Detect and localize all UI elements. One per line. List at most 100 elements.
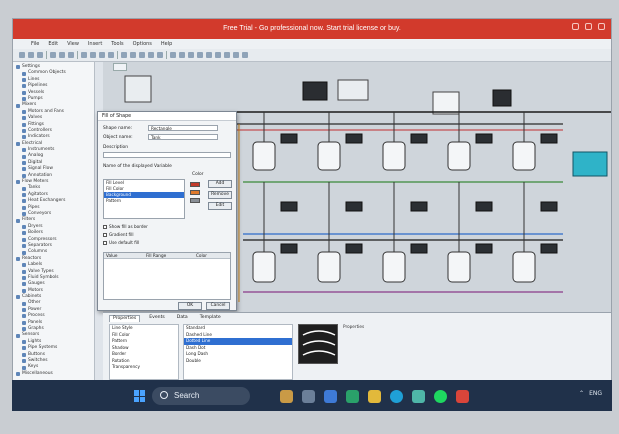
send-back-icon[interactable] bbox=[179, 52, 185, 58]
align-right-icon[interactable] bbox=[139, 52, 145, 58]
taskbar-app-icon[interactable] bbox=[346, 390, 359, 403]
cut-icon[interactable] bbox=[50, 52, 56, 58]
copy-icon[interactable] bbox=[59, 52, 65, 58]
checkbox-icon[interactable] bbox=[103, 224, 107, 229]
indicator-tag[interactable] bbox=[410, 133, 428, 144]
list-item[interactable]: Double bbox=[184, 358, 292, 365]
align-left-icon[interactable] bbox=[121, 52, 127, 58]
feed-tank[interactable] bbox=[124, 75, 152, 103]
spotify-icon[interactable] bbox=[434, 390, 447, 403]
tab-data[interactable]: Data bbox=[174, 315, 191, 322]
indicator-tag[interactable] bbox=[410, 243, 428, 254]
indicator-tag[interactable] bbox=[475, 201, 493, 212]
add-button[interactable]: Add bbox=[208, 180, 232, 188]
checkbox-gradient[interactable]: Gradient fill bbox=[103, 232, 134, 237]
menu-item-help[interactable]: Help bbox=[161, 41, 172, 47]
align-center-icon[interactable] bbox=[130, 52, 136, 58]
menu-item-file[interactable]: File bbox=[31, 41, 39, 47]
indicator-tag[interactable] bbox=[345, 133, 363, 144]
line-icon[interactable] bbox=[233, 52, 239, 58]
flip-icon[interactable] bbox=[197, 52, 203, 58]
reactor-vessel[interactable] bbox=[317, 141, 341, 171]
language-indicator[interactable]: ENG bbox=[589, 390, 602, 397]
indicator-tag[interactable] bbox=[475, 133, 493, 144]
reactor-vessel[interactable] bbox=[382, 251, 406, 283]
checkbox-icon[interactable] bbox=[103, 232, 107, 237]
taskbar-app-icon[interactable] bbox=[456, 390, 469, 403]
paste-icon[interactable] bbox=[68, 52, 74, 58]
new-icon[interactable] bbox=[19, 52, 25, 58]
redo-icon[interactable] bbox=[90, 52, 96, 58]
indicator-tag[interactable] bbox=[540, 243, 558, 254]
cancel-button[interactable]: Cancel bbox=[206, 302, 230, 310]
shape-name-field[interactable]: Rectangle bbox=[148, 125, 218, 131]
reactor-vessel[interactable] bbox=[252, 141, 276, 171]
indicator-tag[interactable] bbox=[540, 201, 558, 212]
variable-list[interactable]: Fill Level Fill Color Background Pattern bbox=[103, 179, 185, 219]
edit-button[interactable]: Edit bbox=[208, 202, 232, 210]
bring-front-icon[interactable] bbox=[170, 52, 176, 58]
taskbar-app-icon[interactable] bbox=[280, 390, 293, 403]
indicator-tag[interactable] bbox=[540, 133, 558, 144]
indicator-tag[interactable] bbox=[280, 133, 298, 144]
snap-icon[interactable] bbox=[215, 52, 221, 58]
reactor-vessel[interactable] bbox=[382, 141, 406, 171]
start-button[interactable] bbox=[134, 390, 146, 402]
edge-browser-icon[interactable] bbox=[390, 390, 403, 403]
group-icon[interactable] bbox=[148, 52, 154, 58]
reactor-vessel[interactable] bbox=[252, 251, 276, 283]
grid-icon[interactable] bbox=[206, 52, 212, 58]
indicator-tag[interactable] bbox=[475, 243, 493, 254]
color-swatch-grey[interactable] bbox=[190, 198, 200, 203]
line-style-list[interactable]: Standard Dashed Line Dotted Line Dash Do… bbox=[183, 324, 293, 380]
tab-template[interactable]: Template bbox=[197, 315, 224, 322]
indicator-tag[interactable] bbox=[280, 243, 298, 254]
menu-item-edit[interactable]: Edit bbox=[48, 41, 58, 47]
indicator-tag[interactable] bbox=[345, 201, 363, 212]
chevron-up-icon[interactable]: ⌃ bbox=[579, 390, 584, 397]
indicator-tag[interactable] bbox=[345, 243, 363, 254]
checkbox-show-border[interactable]: Show fill as border bbox=[103, 224, 148, 229]
tab-properties[interactable]: Properties bbox=[109, 315, 141, 322]
save-icon[interactable] bbox=[37, 52, 43, 58]
open-icon[interactable] bbox=[28, 52, 34, 58]
taskbar-app-icon[interactable] bbox=[412, 390, 425, 403]
reactor-vessel[interactable] bbox=[512, 251, 536, 283]
indicator-tag[interactable] bbox=[280, 201, 298, 212]
description-field[interactable] bbox=[103, 152, 231, 158]
tree-item[interactable]: Miscellaneous bbox=[16, 371, 94, 377]
checkbox-default-fill[interactable]: Use default fill bbox=[103, 240, 139, 245]
close-icon[interactable] bbox=[598, 23, 605, 30]
menu-item-insert[interactable]: Insert bbox=[88, 41, 102, 47]
zoom-out-icon[interactable] bbox=[108, 52, 114, 58]
zoom-in-icon[interactable] bbox=[99, 52, 105, 58]
top-display-unit[interactable] bbox=[302, 81, 328, 101]
reactor-vessel[interactable] bbox=[447, 251, 471, 283]
file-explorer-icon[interactable] bbox=[368, 390, 381, 403]
maximize-icon[interactable] bbox=[585, 23, 592, 30]
top-right-display[interactable] bbox=[492, 89, 512, 107]
color-swatch-red[interactable] bbox=[190, 182, 200, 187]
reactor-vessel[interactable] bbox=[317, 251, 341, 283]
checkbox-icon[interactable] bbox=[103, 240, 107, 245]
top-right-vessel[interactable] bbox=[432, 91, 460, 115]
ok-button[interactable]: OK bbox=[178, 302, 202, 310]
minimize-icon[interactable] bbox=[572, 23, 579, 30]
taskbar-app-icon[interactable] bbox=[324, 390, 337, 403]
status-panel[interactable] bbox=[572, 151, 608, 177]
menu-item-tools[interactable]: Tools bbox=[111, 41, 123, 47]
indicator-tag[interactable] bbox=[410, 201, 428, 212]
reactor-vessel[interactable] bbox=[512, 141, 536, 171]
menu-item-options[interactable]: Options bbox=[133, 41, 152, 47]
remove-button[interactable]: Remove bbox=[208, 191, 232, 199]
undo-icon[interactable] bbox=[81, 52, 87, 58]
text-icon[interactable] bbox=[224, 52, 230, 58]
trial-banner[interactable]: Free Trial - Go professional now. Start … bbox=[13, 19, 611, 39]
color-swatch-orange[interactable] bbox=[190, 190, 200, 195]
object-name-field[interactable]: Tank bbox=[148, 134, 218, 140]
reactor-vessel[interactable] bbox=[447, 141, 471, 171]
fill-range-table[interactable]: Value Fill Range Color bbox=[103, 252, 231, 300]
menu-item-view[interactable]: View bbox=[67, 41, 79, 47]
ungroup-icon[interactable] bbox=[157, 52, 163, 58]
list-item[interactable]: Pattern bbox=[104, 198, 184, 204]
